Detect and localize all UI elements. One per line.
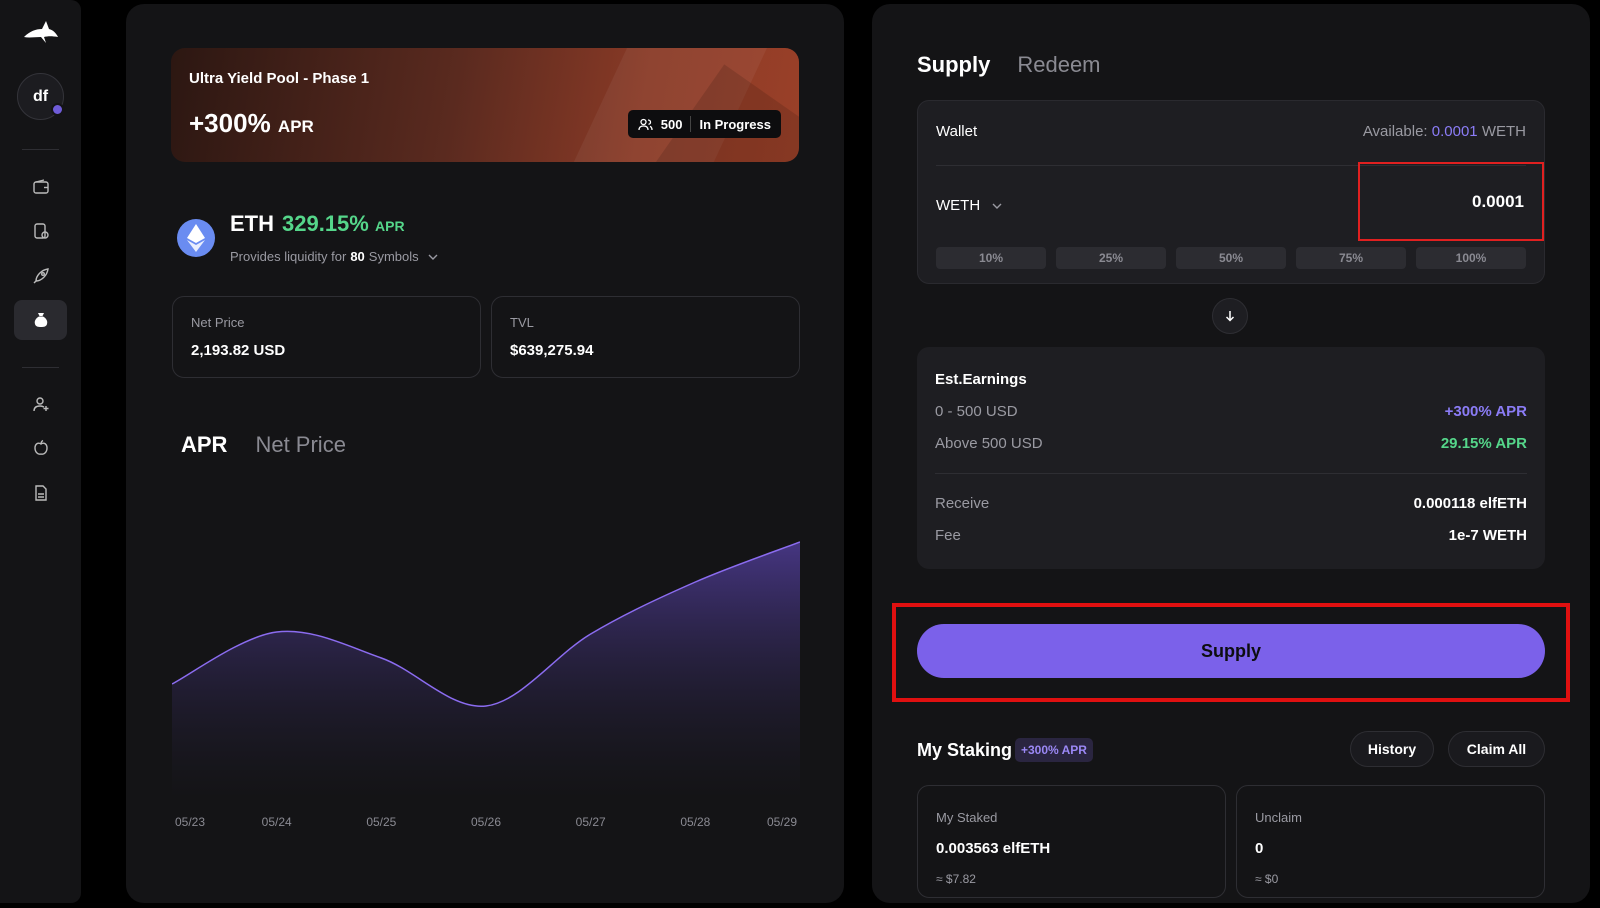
available-balance: Available: 0.0001 WETH (1362, 123, 1526, 140)
doc-icon (34, 485, 47, 501)
net-price-value: 2,193.82 USD (191, 342, 286, 359)
token-select-label: WETH (936, 197, 981, 214)
tvl-label: TVL (510, 315, 534, 330)
supply-tabs: Supply Redeem (917, 52, 1101, 78)
rocket-icon (33, 268, 49, 284)
percent-50-button[interactable]: 50% (1176, 247, 1286, 269)
sidebar-item-docs[interactable] (14, 473, 67, 513)
tab-apr[interactable]: APR (181, 432, 227, 458)
fee-row: Fee 1e-7 WETH (935, 527, 1527, 544)
wallet-icon (32, 179, 49, 194)
sidebar-item-launch[interactable] (14, 256, 67, 296)
unclaim-usd: ≈ $0 (1255, 872, 1279, 886)
sidebar-divider (22, 149, 59, 150)
avatar-badge-icon (51, 103, 64, 116)
sidebar-item-referral[interactable] (14, 384, 67, 424)
asset-symbol: ETH (230, 211, 274, 236)
percent-buttons: 10% 25% 50% 75% 100% (936, 247, 1526, 269)
claim-all-button[interactable]: Claim All (1448, 731, 1545, 767)
wallet-box: Wallet Available: 0.0001 WETH WETH 0.000… (917, 100, 1545, 284)
pool-banner: Ultra Yield Pool - Phase 1 +300% APR 500… (171, 48, 799, 162)
my-staked-card: My Staked 0.003563 elfETH ≈ $7.82 (917, 785, 1226, 898)
net-price-label: Net Price (191, 315, 245, 330)
tvl-card: TVL $639,275.94 (491, 296, 800, 378)
x-tick-label: 05/28 (680, 815, 711, 829)
estimated-earnings: Est.Earnings 0 - 500 USD +300% APR Above… (917, 347, 1545, 569)
tab-net-price[interactable]: Net Price (255, 432, 345, 458)
chart-tabs: APR Net Price (181, 432, 346, 458)
percent-25-button[interactable]: 25% (1056, 247, 1166, 269)
token-select[interactable]: WETH (936, 197, 1002, 214)
logo-icon[interactable] (22, 18, 60, 48)
x-tick-label: 05/25 (366, 815, 397, 829)
unclaim-label: Unclaim (1255, 810, 1302, 825)
sidebar-divider (22, 367, 59, 368)
status-badge: In Progress (699, 116, 771, 132)
percent-10-button[interactable]: 10% (936, 247, 1046, 269)
avatar[interactable]: df (17, 73, 64, 120)
net-price-card: Net Price 2,193.82 USD (172, 296, 481, 378)
my-staked-usd: ≈ $7.82 (936, 872, 976, 886)
chart-x-axis: 05/23 05/24 05/25 05/26 05/27 05/28 05/29 (172, 815, 800, 831)
apple-icon (33, 439, 48, 455)
asset-apr: 329.15% (282, 211, 369, 236)
chevron-down-icon (428, 254, 438, 260)
supply-button[interactable]: Supply (917, 624, 1545, 678)
sidebar: df (0, 0, 81, 903)
arrow-down-icon (1212, 298, 1248, 334)
sidebar-item-tokens[interactable] (14, 211, 67, 251)
avatar-initials: df (32, 87, 49, 105)
percent-100-button[interactable]: 100% (1416, 247, 1526, 269)
tab-redeem[interactable]: Redeem (1017, 52, 1100, 78)
my-staked-label: My Staked (936, 810, 998, 825)
wallet-label: Wallet (936, 123, 978, 140)
sidebar-item-apple[interactable] (14, 428, 67, 468)
receive-row: Receive 0.000118 elfETH (935, 495, 1527, 512)
pool-apr: +300% APR (189, 108, 314, 138)
sidebar-item-wallet[interactable] (14, 167, 67, 207)
asset-apr-label: APR (375, 218, 405, 234)
tvl-value: $639,275.94 (510, 342, 594, 359)
tab-supply[interactable]: Supply (917, 52, 990, 78)
tokens-icon (33, 223, 49, 239)
my-staking-title: My Staking (917, 740, 1013, 760)
chart-area (172, 542, 800, 800)
liquidity-info[interactable]: Provides liquidity for 80 Symbols (230, 249, 438, 264)
users-icon (638, 118, 653, 130)
staking-apr-badge: +300% APR (1015, 738, 1093, 762)
sidebar-item-earn[interactable] (14, 300, 67, 340)
earnings-title: Est.Earnings (935, 371, 1027, 388)
x-tick-label: 05/23 (174, 815, 206, 829)
x-tick-label: 05/26 (470, 815, 502, 829)
money-bag-icon (34, 313, 47, 327)
unclaim-value: 0 (1255, 840, 1264, 857)
earnings-tier-2: Above 500 USD 29.15% APR (935, 435, 1527, 452)
chevron-down-icon (992, 203, 1002, 209)
percent-75-button[interactable]: 75% (1296, 247, 1406, 269)
unclaim-card: Unclaim 0 ≈ $0 (1236, 785, 1545, 898)
history-button[interactable]: History (1350, 731, 1434, 767)
x-tick-label: 05/24 (261, 815, 292, 829)
participants-count: 500 (660, 116, 683, 132)
add-user-icon (32, 397, 48, 412)
earnings-tier-1: 0 - 500 USD +300% APR (935, 403, 1527, 420)
pool-status-pill: 500 In Progress (627, 110, 781, 138)
pool-title: Ultra Yield Pool - Phase 1 (189, 70, 370, 87)
amount-input[interactable]: 0.0001 (1358, 162, 1544, 241)
my-staked-value: 0.003563 elfETH (936, 840, 1051, 857)
x-tick-label: 05/29 (766, 815, 798, 829)
x-tick-label: 05/27 (575, 815, 606, 829)
eth-icon (177, 219, 215, 257)
apr-chart (172, 541, 800, 800)
